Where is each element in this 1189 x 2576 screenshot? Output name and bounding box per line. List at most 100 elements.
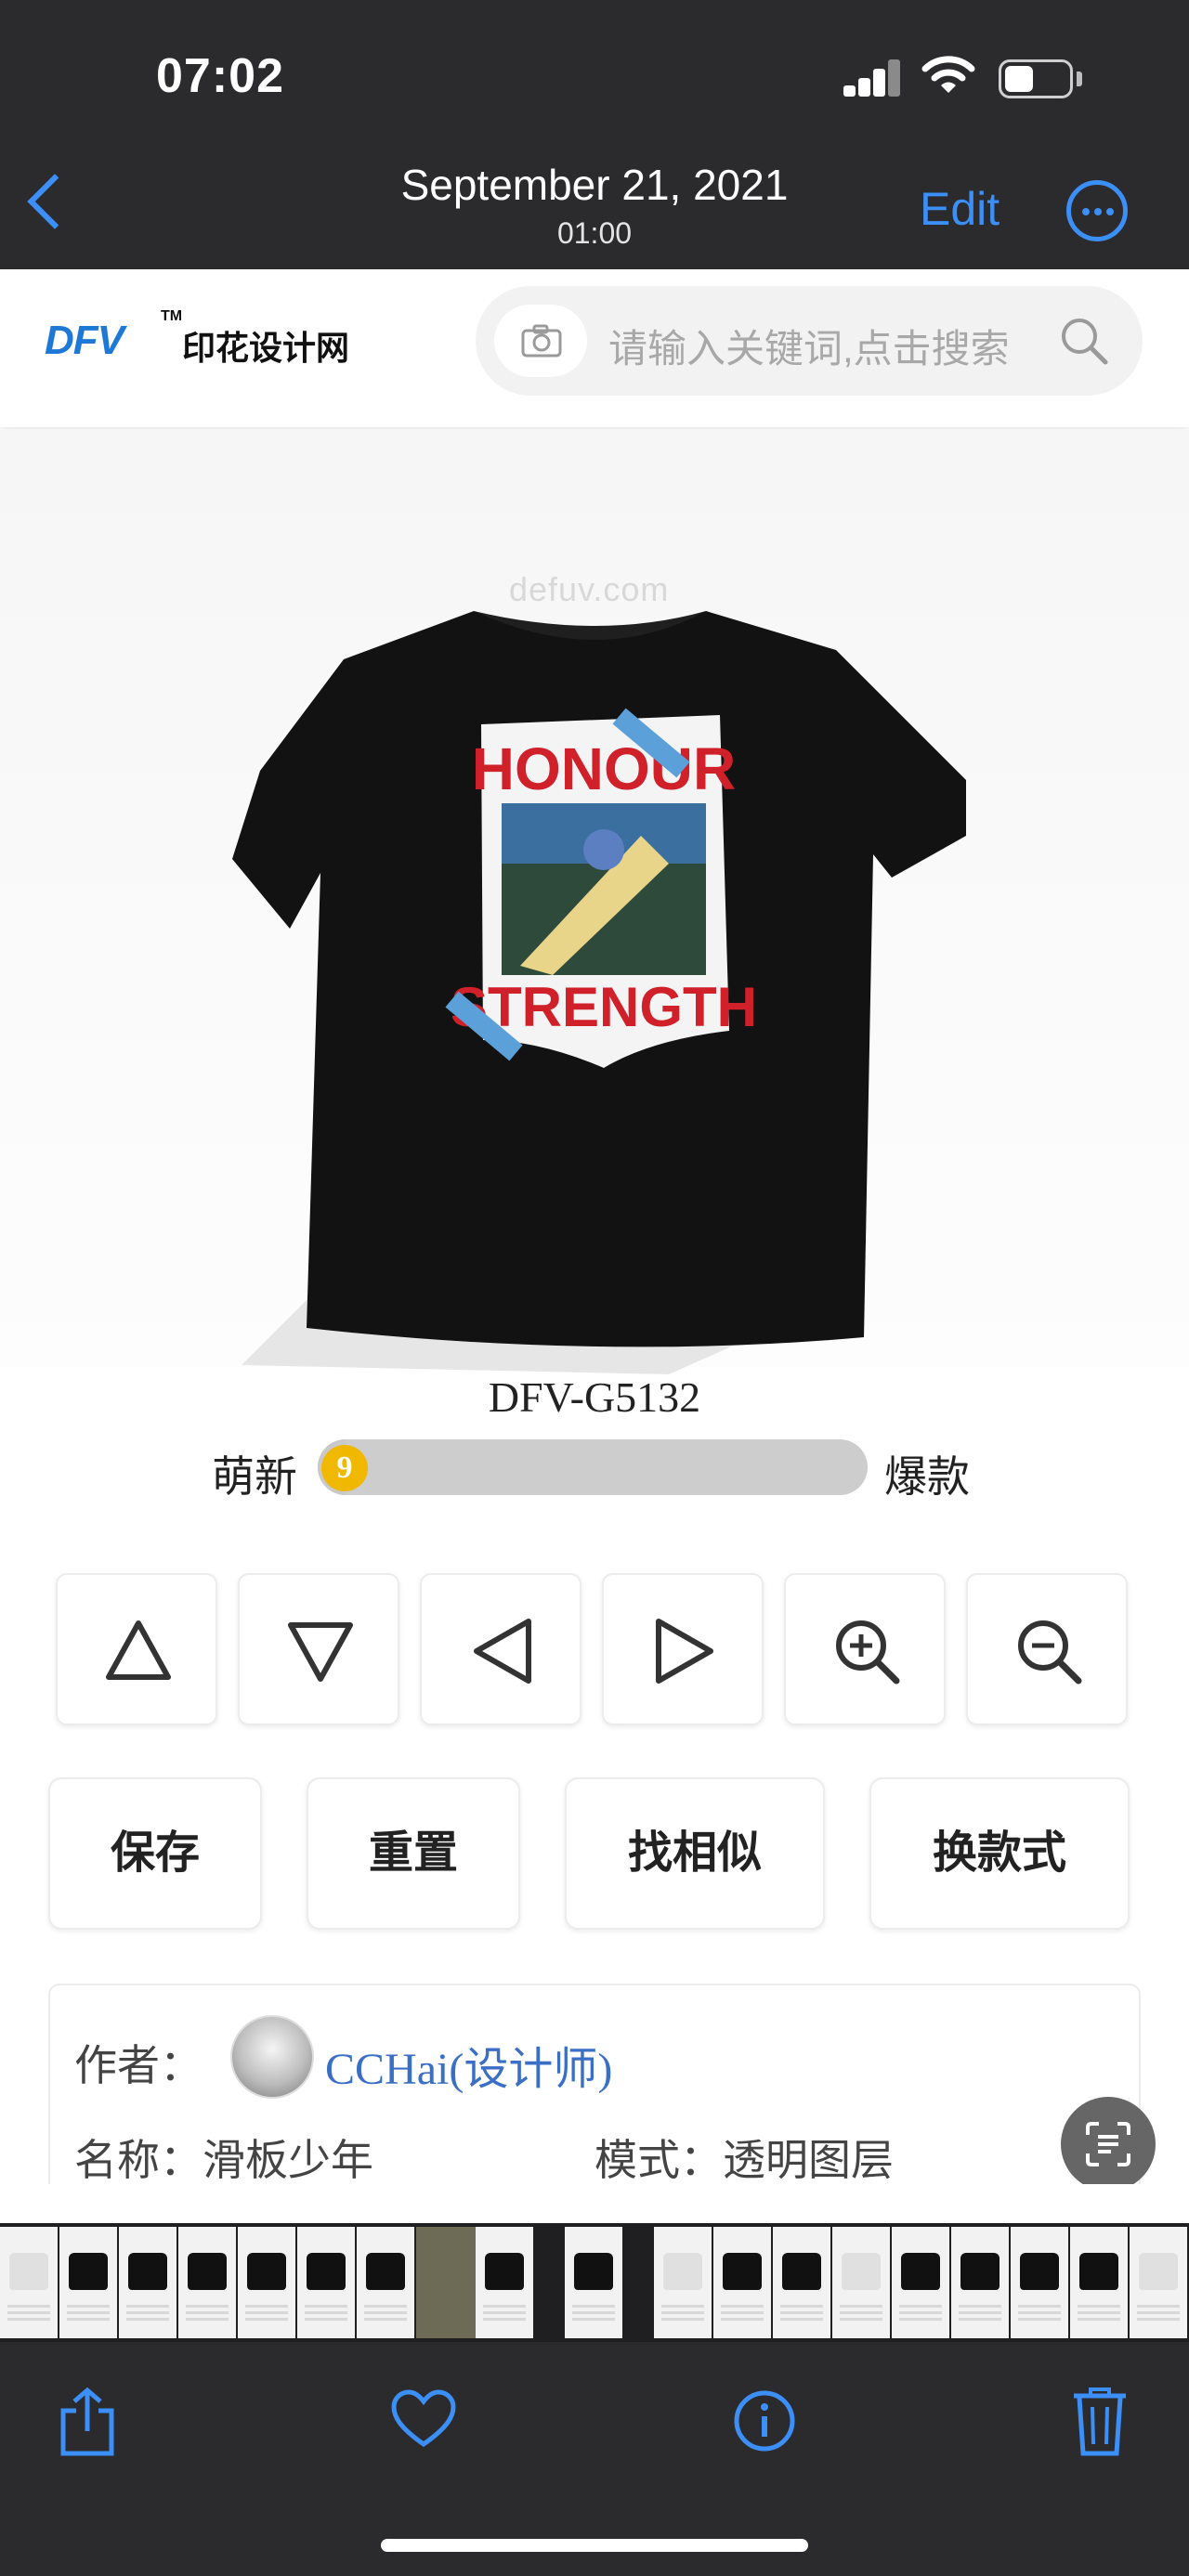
author-label: 作者： [74,2041,203,2089]
tshirt-mockup-image: HONOUR STRENGTH [232,611,966,1374]
reset-button[interactable]: 重置 [307,1777,520,1930]
thumbnail-text [67,2305,110,2323]
thumbnail[interactable] [59,2227,117,2338]
edit-button[interactable]: Edit [920,182,1000,236]
popularity-value-badge: 9 [321,1445,368,1491]
thumbnail-tee [1020,2253,1059,2290]
live-text-button[interactable] [1061,2097,1156,2192]
find-similar-button[interactable]: 找相似 [565,1777,825,1930]
thumbnail[interactable] [0,2227,58,2338]
thumbnail-tee [366,2253,405,2290]
thumbnail-tee [901,2253,940,2290]
thumbnail-tee [69,2253,108,2290]
battery-cap [1077,72,1082,86]
thumbnail[interactable] [119,2227,176,2338]
move-down-button[interactable] [238,1573,399,1725]
thumbnail-text [186,2305,229,2323]
thumbnail-tee [1139,2253,1178,2290]
triangle-up-icon [106,1620,171,1680]
level-label-high: 爆款 [884,1452,970,1501]
thumbnail-tee [485,2253,524,2290]
avatar[interactable] [230,2015,314,2099]
thumbnail-text [126,2305,169,2323]
thumbnail[interactable] [951,2227,1009,2338]
zoom-out-button[interactable] [966,1573,1128,1725]
logo-trademark: TM [161,308,183,324]
thumbnail[interactable] [773,2227,830,2338]
share-icon[interactable] [56,2385,119,2459]
home-indicator [381,2539,808,2552]
thumbnail[interactable] [1011,2227,1068,2338]
thumbnail[interactable] [565,2227,622,2338]
zoom-in-button[interactable] [784,1573,946,1725]
thumbnail[interactable] [476,2227,533,2338]
thumbnail-text [840,2305,882,2323]
thumbnail-tee [782,2253,821,2290]
trash-icon[interactable] [1070,2385,1130,2457]
thumbnail-tee [574,2253,613,2290]
heart-icon[interactable] [390,2388,457,2450]
photo-date: September 21, 2021 [400,161,789,209]
zoom-in-icon [836,1620,900,1685]
info-icon[interactable] [732,2388,797,2453]
change-style-button[interactable]: 换款式 [869,1777,1130,1930]
more-options-icon[interactable] [1066,180,1128,241]
thumbnail-text [959,2305,1001,2323]
thumbnail-text [780,2305,823,2323]
live-text-icon [1086,2122,1130,2166]
thumbnail[interactable] [713,2227,771,2338]
thumbnail-text [483,2305,526,2323]
thumbnail-tee [307,2253,346,2290]
thumbnail[interactable] [654,2227,712,2338]
thumbnail[interactable] [357,2227,414,2338]
thumbnail-tee [960,2253,1000,2290]
thumbnail[interactable] [832,2227,890,2338]
thumbnail-text [364,2305,407,2323]
thumbnail[interactable] [892,2227,949,2338]
search-icon[interactable] [1059,316,1109,366]
thumbnail[interactable] [238,2227,295,2338]
thumbnail-text [7,2305,50,2323]
thumbnail-text [899,2305,942,2323]
search-input[interactable]: 请输入关键词,点击搜索 [608,318,1010,374]
thumbnail-text [661,2305,704,2323]
thumbnail[interactable] [1070,2227,1128,2338]
level-label-low: 萌新 [212,1452,297,1501]
thumbnail-tee [842,2253,881,2290]
move-up-button[interactable] [56,1573,217,1725]
author-link[interactable]: CCHai(设计师) [325,2032,612,2097]
photo-time: 01:00 [556,216,633,250]
thumbnail[interactable] [416,2227,476,2338]
save-button[interactable]: 保存 [48,1777,262,1930]
site-logo[interactable]: DFV [45,318,124,364]
site-name[interactable]: 印花设计网 [182,321,349,370]
thumbnail-text [305,2305,347,2323]
wifi-icon [921,56,975,93]
thumbnail-tee [128,2253,167,2290]
move-left-button[interactable] [420,1573,581,1725]
status-time: 07:02 [156,49,284,103]
move-right-button[interactable] [602,1573,764,1725]
thumbnail-text [1078,2305,1120,2323]
thumbnail-tee [663,2253,702,2290]
thumbnail-tee [188,2253,227,2290]
popularity-bar [318,1439,868,1495]
thumbnail-tee [1079,2253,1118,2290]
thumbnail-tee [723,2253,762,2290]
thumbnail[interactable] [178,2227,236,2338]
thumbnail-tee [247,2253,286,2290]
thumbnail-text [721,2305,764,2323]
thumbnail-text [1018,2305,1061,2323]
product-mode: 模式：透明图层 [594,2136,894,2184]
print-text-top: HONOUR [472,735,736,802]
thumbnail[interactable] [297,2227,355,2338]
triangle-right-icon [656,1619,713,1684]
battery-level [1005,66,1033,92]
triangle-down-icon [288,1622,353,1682]
zoom-out-icon [1018,1620,1082,1685]
product-name: 名称：滑板少年 [74,2136,373,2184]
thumbnail[interactable] [1130,2227,1187,2338]
product-code: DFV-G5132 [488,1373,701,1421]
thumbnail-text [1137,2305,1180,2323]
image-search-button[interactable] [494,305,587,377]
